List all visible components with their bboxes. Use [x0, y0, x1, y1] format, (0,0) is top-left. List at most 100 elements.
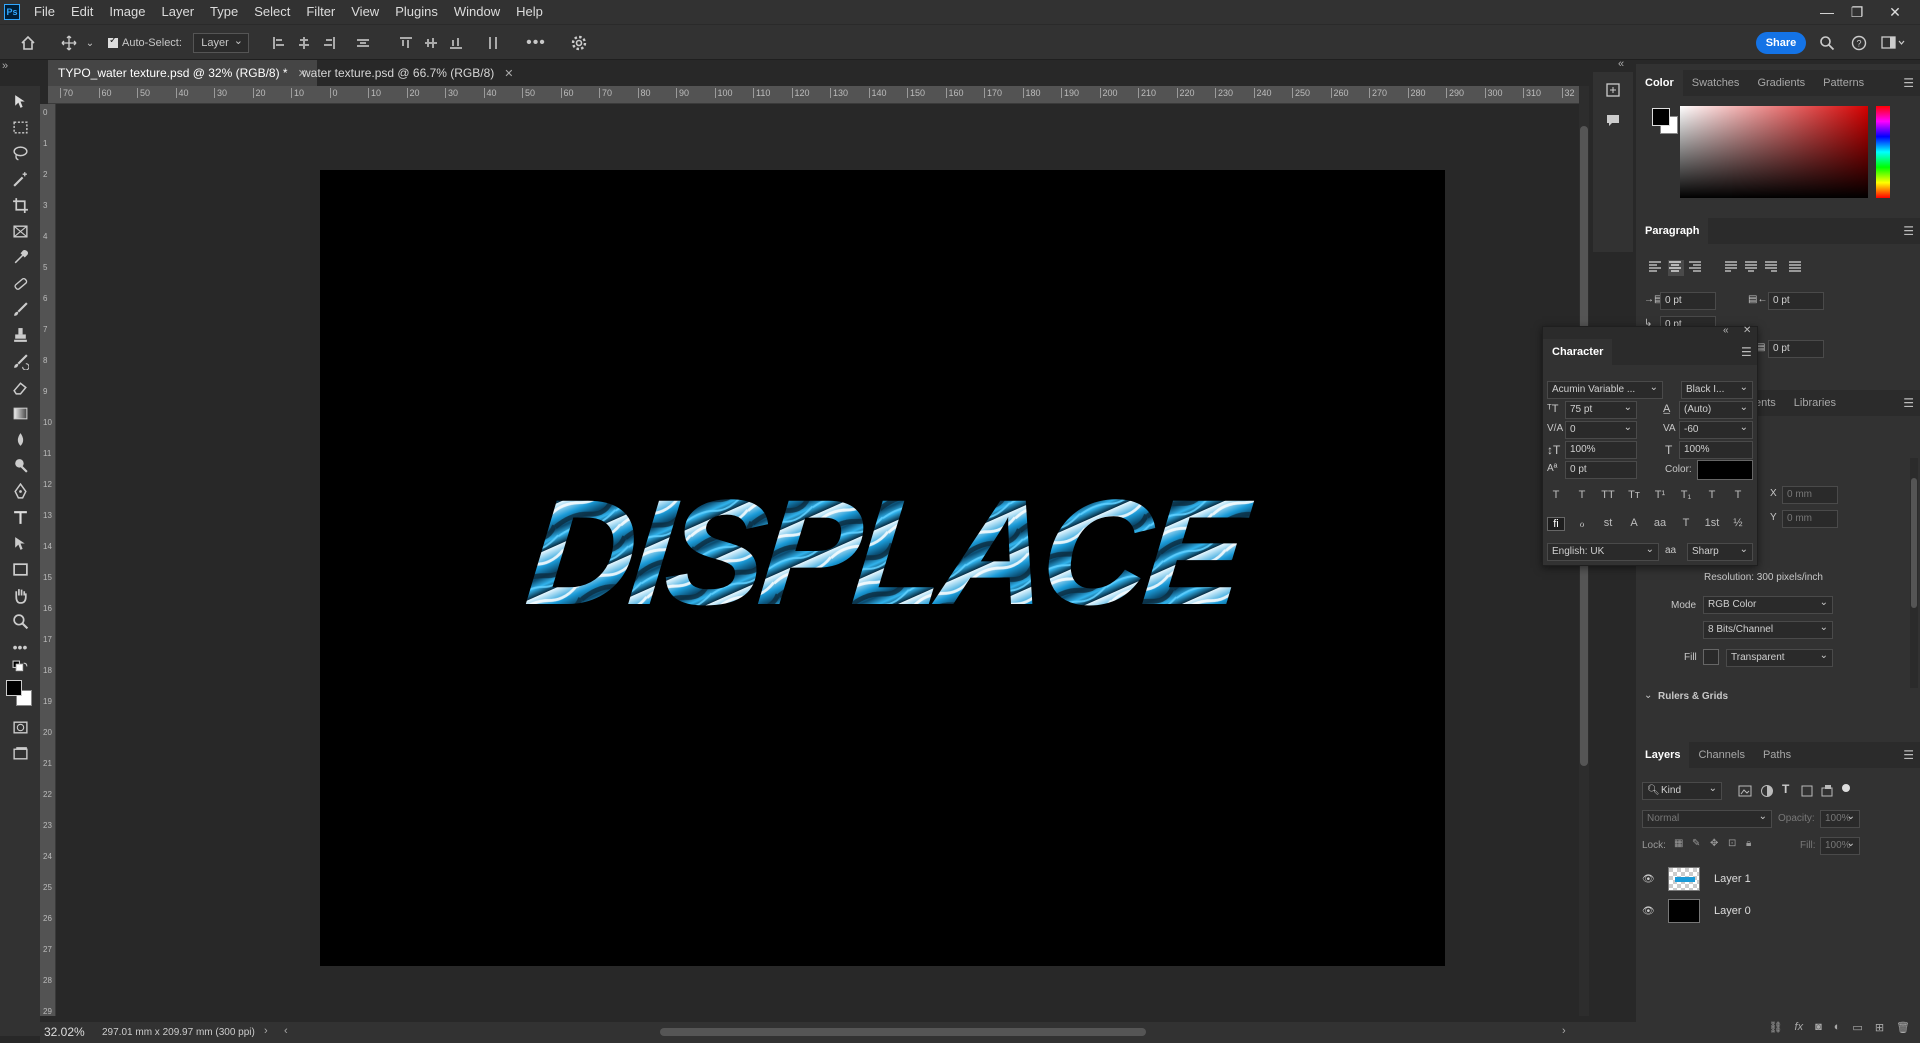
- lock-position-icon[interactable]: ✥: [1710, 838, 1718, 849]
- font-style-dropdown[interactable]: Black I...: [1681, 380, 1753, 399]
- menu-select[interactable]: Select: [246, 0, 298, 24]
- lock-all-icon[interactable]: 🔒︎: [1746, 838, 1751, 849]
- tab-water-texture[interactable]: water texture.psd @ 66.7% (RGB/8) ✕: [292, 60, 523, 86]
- rulers-grids-section[interactable]: Rulers & Grids: [1658, 691, 1728, 702]
- tab-color[interactable]: Color: [1636, 70, 1683, 96]
- new-layer-icon[interactable]: ⊞: [1875, 1021, 1884, 1034]
- horizontal-scale-field[interactable]: 100%: [1679, 441, 1753, 459]
- filter-smart-object-icon[interactable]: [1820, 784, 1834, 798]
- color-picker-field[interactable]: [1680, 106, 1868, 198]
- menu-filter[interactable]: Filter: [298, 0, 343, 24]
- auto-select-checkbox[interactable]: ✓ Auto-Select:: [108, 33, 194, 53]
- dodge-tool-icon[interactable]: [8, 454, 32, 476]
- menu-plugins[interactable]: Plugins: [387, 0, 446, 24]
- healing-brush-tool-icon[interactable]: [8, 272, 32, 294]
- type-style-button[interactable]: aa: [1651, 517, 1669, 529]
- type-style-button[interactable]: T¹: [1651, 489, 1669, 501]
- baseline-shift-field[interactable]: 0 pt: [1565, 461, 1637, 479]
- layer-filter-kind-dropdown[interactable]: 🔍︎ Kind: [1642, 781, 1722, 800]
- menu-window[interactable]: Window: [446, 0, 508, 24]
- type-style-button[interactable]: A: [1625, 517, 1643, 529]
- gradient-tool-icon[interactable]: [8, 402, 32, 424]
- filter-type-icon[interactable]: T: [1782, 782, 1789, 796]
- menu-help[interactable]: Help: [508, 0, 551, 24]
- type-tool-icon[interactable]: [8, 506, 32, 528]
- history-brush-tool-icon[interactable]: [8, 350, 32, 372]
- menu-image[interactable]: Image: [101, 0, 153, 24]
- type-style-button[interactable]: ½: [1729, 517, 1747, 529]
- align-bottom-icon[interactable]: [447, 33, 465, 53]
- lock-artboard-icon[interactable]: ⊡: [1728, 838, 1736, 849]
- visibility-eye-icon[interactable]: 👁︎: [1642, 874, 1660, 885]
- justify-all-icon[interactable]: [1788, 260, 1804, 276]
- hue-slider[interactable]: [1876, 106, 1890, 198]
- delete-layer-icon[interactable]: 🗑︎: [1896, 1021, 1910, 1034]
- panel-menu-icon[interactable]: ☰: [1903, 396, 1914, 410]
- properties-scrollbar-thumb[interactable]: [1911, 478, 1917, 608]
- text-color-swatch[interactable]: [1697, 460, 1753, 480]
- properties-scrollbar[interactable]: [1910, 458, 1918, 688]
- collapse-panel-icon[interactable]: «: [1723, 325, 1729, 336]
- link-layers-icon[interactable]: ⛓︎: [1769, 1021, 1783, 1034]
- bits-dropdown[interactable]: 8 Bits/Channel: [1703, 620, 1833, 639]
- x-position-field[interactable]: 0 mm: [1782, 486, 1838, 504]
- filter-adjustment-icon[interactable]: [1760, 784, 1774, 798]
- document-canvas[interactable]: DISPLACE: [320, 170, 1445, 966]
- settings-gear-icon[interactable]: [568, 33, 590, 53]
- language-dropdown[interactable]: English: UK: [1547, 542, 1659, 561]
- align-right-icon[interactable]: [320, 33, 338, 53]
- align-left-text-icon[interactable]: [1648, 260, 1664, 276]
- align-right-text-icon[interactable]: [1688, 260, 1704, 276]
- home-icon[interactable]: [16, 33, 40, 53]
- space-after-field[interactable]: 0 pt: [1768, 340, 1824, 358]
- type-style-button[interactable]: T: [1547, 489, 1565, 501]
- justify-right-icon[interactable]: [1764, 260, 1780, 276]
- type-style-button[interactable]: fi: [1547, 517, 1565, 531]
- mode-dropdown[interactable]: RGB Color: [1703, 595, 1833, 614]
- align-top-icon[interactable]: [397, 33, 415, 53]
- search-icon[interactable]: [1816, 33, 1838, 53]
- auto-select-target-dropdown[interactable]: Layer: [193, 32, 249, 53]
- opacity-field[interactable]: 100%: [1820, 809, 1860, 828]
- displace-text[interactable]: DISPLACE: [520, 468, 1259, 636]
- rectangle-tool-icon[interactable]: [8, 558, 32, 580]
- lock-transparent-icon[interactable]: ▦: [1674, 838, 1683, 849]
- type-style-button[interactable]: T₁: [1677, 489, 1695, 501]
- chevron-down-icon[interactable]: ⌄: [1644, 690, 1652, 701]
- blend-mode-dropdown[interactable]: Normal: [1642, 809, 1772, 828]
- menu-file[interactable]: File: [26, 0, 63, 24]
- collapse-panels-icon[interactable]: «: [1618, 58, 1632, 72]
- close-window-icon[interactable]: ✕: [1880, 0, 1910, 24]
- type-style-button[interactable]: TT: [1599, 489, 1617, 501]
- foreground-background-swatches[interactable]: [6, 680, 34, 708]
- panel-menu-icon[interactable]: ☰: [1903, 748, 1914, 762]
- hand-tool-icon[interactable]: [8, 584, 32, 606]
- kerning-field[interactable]: 0: [1565, 420, 1637, 439]
- menu-layer[interactable]: Layer: [154, 0, 203, 24]
- move-tool-icon[interactable]: [8, 90, 32, 112]
- document-info[interactable]: 297.01 mm x 209.97 mm (300 ppi): [102, 1027, 255, 1038]
- restore-icon[interactable]: ❐: [1842, 0, 1872, 24]
- tab-character[interactable]: Character: [1543, 339, 1613, 365]
- font-size-field[interactable]: 75 pt: [1565, 400, 1637, 419]
- pen-tool-icon[interactable]: [8, 480, 32, 502]
- justify-left-icon[interactable]: [1724, 260, 1740, 276]
- minimize-icon[interactable]: —: [1812, 0, 1842, 24]
- vertical-scale-field[interactable]: 100%: [1565, 441, 1637, 459]
- type-style-button[interactable]: T: [1729, 489, 1747, 501]
- tab-patterns[interactable]: Patterns: [1814, 70, 1873, 96]
- type-style-button[interactable]: ℴ: [1573, 517, 1591, 530]
- comments-panel-icon[interactable]: [1605, 112, 1621, 128]
- lasso-tool-icon[interactable]: [8, 142, 32, 164]
- visibility-eye-icon[interactable]: 👁︎: [1642, 906, 1660, 917]
- indent-right-field[interactable]: 0 pt: [1768, 292, 1824, 310]
- layer-effects-icon[interactable]: fx: [1795, 1021, 1804, 1033]
- fill-field[interactable]: 100%: [1820, 836, 1860, 855]
- menu-view[interactable]: View: [343, 0, 387, 24]
- type-style-button[interactable]: T: [1573, 489, 1591, 501]
- tab-typo-water-texture[interactable]: TYPO_water texture.psd @ 32% (RGB/8) * ✕: [48, 60, 317, 86]
- edit-toolbar-icon[interactable]: •••: [8, 636, 32, 658]
- fill-dropdown[interactable]: Transparent: [1726, 648, 1833, 667]
- horizontal-scrollbar[interactable]: [660, 1028, 1146, 1036]
- quick-mask-icon[interactable]: [8, 716, 32, 738]
